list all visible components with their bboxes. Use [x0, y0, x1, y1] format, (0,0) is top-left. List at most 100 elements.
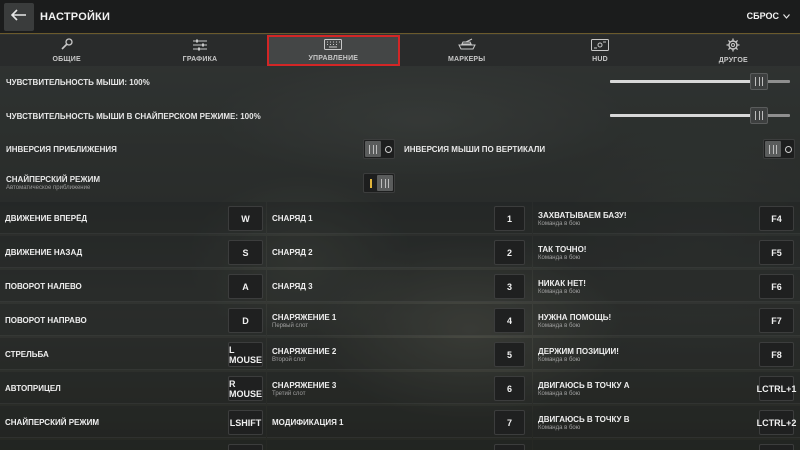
- tab-hud[interactable]: HUD: [533, 35, 666, 66]
- keybinding-label: ТАК ТОЧНО!: [538, 245, 587, 254]
- key-button[interactable]: 4: [494, 308, 525, 333]
- key-button[interactable]: 1: [494, 206, 525, 231]
- tank-icon: [457, 38, 477, 56]
- keybinding-label: СНАРЯД 1: [272, 214, 313, 223]
- keybinding-row: ПОВОРОТ НАЛЕВО A: [0, 270, 266, 302]
- key-button[interactable]: A: [228, 274, 263, 299]
- keybinding-label: ЗАХВАТЫВАЕМ БАЗУ!: [538, 211, 627, 220]
- keybinding-sublabel: Команда в бою: [538, 425, 581, 431]
- page-title: НАСТРОЙКИ: [40, 11, 111, 23]
- tab-other[interactable]: ДРУГОЕ: [667, 35, 800, 66]
- tab-controls[interactable]: УПРАВЛЕНИЕ: [266, 35, 400, 66]
- keybinding-row: [267, 440, 532, 450]
- key-button[interactable]: D: [228, 308, 263, 333]
- key-button[interactable]: [759, 444, 794, 450]
- key-button[interactable]: 3: [494, 274, 525, 299]
- tab-label: УПРАВЛЕНИЕ: [308, 55, 359, 62]
- zoom-inversion-toggle[interactable]: [363, 139, 395, 159]
- keybinding-row: [0, 440, 266, 450]
- toggle-off-icon: [385, 146, 392, 153]
- back-button[interactable]: [4, 3, 34, 31]
- zoom-inversion-label: ИНВЕРСИЯ ПРИБЛИЖЕНИЯ: [6, 145, 117, 154]
- chevron-down-icon: [783, 11, 790, 21]
- tab-label: ГРАФИКА: [182, 55, 218, 63]
- keybinding-label: ПОВОРОТ НАПРАВО: [5, 316, 87, 325]
- key-button[interactable]: F6: [759, 274, 794, 299]
- keybinding-row: ДВИЖЕНИЕ ВПЕРЁД W: [0, 202, 266, 234]
- settings-tabs: ОБЩИЕ ГРАФИКА УПРАВЛЕНИЕ МАРКЕРЫ HUD ДРУ…: [0, 35, 800, 66]
- key-button[interactable]: 2: [494, 240, 525, 265]
- keybinding-sublabel: Второй слот: [272, 357, 307, 363]
- sniper-sensitivity-slider[interactable]: [610, 107, 790, 124]
- keybinding-row: СНАРЯД 3 3: [267, 270, 532, 302]
- keybinding-label: ДВИГАЮСЬ В ТОЧКУ А: [538, 381, 630, 390]
- keybinding-row: СНАРЯД 2 2: [267, 236, 532, 268]
- tab-label: ОБЩИЕ: [52, 56, 81, 63]
- keybinding-row: СНАРЯЖЕНИЕ 2 Второй слот 5: [267, 338, 532, 370]
- tab-graphics[interactable]: ГРАФИКА: [133, 35, 266, 66]
- keybinding-sublabel: Команда в бою: [538, 221, 581, 227]
- key-button[interactable]: 7: [494, 410, 525, 435]
- wrench-icon: [60, 38, 74, 56]
- sniper-sensitivity-label: ЧУВСТВИТЕЛЬНОСТЬ МЫШИ В СНАЙПЕРСКОМ РЕЖИ…: [6, 112, 261, 121]
- keybinding-label: НИКАК НЕТ!: [538, 279, 586, 288]
- key-button[interactable]: LCTRL+1: [757, 376, 796, 401]
- tab-markers[interactable]: МАРКЕРЫ: [400, 35, 533, 66]
- hud-icon: [590, 38, 609, 56]
- mouse-sensitivity-slider[interactable]: [610, 73, 790, 90]
- slider-fill: [610, 80, 760, 83]
- keybinding-row: ПОВОРОТ НАПРАВО D: [0, 304, 266, 336]
- keyboard-icon: [324, 39, 343, 55]
- keybinding-row: СТРЕЛЬБА L MOUSE: [0, 338, 266, 370]
- keybinding-sublabel: Команда в бою: [538, 357, 581, 363]
- key-button[interactable]: LCTRL+2: [757, 410, 796, 435]
- key-button[interactable]: 5: [494, 342, 525, 367]
- sliders-icon: [192, 39, 208, 56]
- keybinding-sublabel: Команда в бою: [538, 391, 581, 397]
- keybinding-row: СНАРЯЖЕНИЕ 1 Первый слот 4: [267, 304, 532, 336]
- vertical-inversion-toggle[interactable]: [763, 139, 795, 159]
- key-button[interactable]: R MOUSE: [228, 376, 263, 401]
- tab-label: МАРКЕРЫ: [447, 56, 486, 63]
- key-button[interactable]: F7: [759, 308, 794, 333]
- keybinding-label: ДВИЖЕНИЕ НАЗАД: [5, 248, 83, 257]
- tab-general[interactable]: ОБЩИЕ: [0, 35, 133, 66]
- keybinding-row: ДВИГАЮСЬ В ТОЧКУ С: [533, 440, 800, 450]
- toggle-knob: [377, 175, 393, 191]
- key-button[interactable]: [228, 444, 263, 450]
- keybinding-row: АВТОПРИЦЕЛ R MOUSE: [0, 372, 266, 404]
- slider-handle[interactable]: [750, 107, 769, 124]
- keybinding-label: ПОВОРОТ НАЛЕВО: [5, 282, 82, 291]
- tab-label: ДРУГОЕ: [718, 56, 748, 64]
- slider-fill: [610, 114, 760, 117]
- key-button[interactable]: F5: [759, 240, 794, 265]
- key-button[interactable]: S: [228, 240, 263, 265]
- keybinding-label: СНАРЯЖЕНИЕ 3: [272, 381, 337, 390]
- keybinding-label: ДВИГАЮСЬ В ТОЧКУ В: [538, 415, 630, 424]
- keybinding-row: ТАК ТОЧНО! Команда в бою F5: [533, 236, 800, 268]
- key-button[interactable]: F4: [759, 206, 794, 231]
- key-button[interactable]: L MOUSE: [228, 342, 263, 367]
- toggle-off-icon: [785, 146, 792, 153]
- keybinding-row: МОДИФИКАЦИЯ 1 7: [267, 406, 532, 438]
- keybinding-row: СНАРЯЖЕНИЕ 3 Третий слот 6: [267, 372, 532, 404]
- keybinding-sublabel: Команда в бою: [538, 289, 581, 295]
- keybinding-label: СНАЙПЕРСКИЙ РЕЖИМ: [5, 418, 100, 427]
- key-button[interactable]: W: [228, 206, 263, 231]
- arrow-left-icon: [10, 8, 27, 26]
- sniper-mode-toggle[interactable]: [363, 173, 395, 193]
- slider-handle[interactable]: [750, 73, 769, 90]
- keybinding-row: ДВИЖЕНИЕ НАЗАД S: [0, 236, 266, 268]
- key-button[interactable]: F8: [759, 342, 794, 367]
- keybinding-row: ДВИГАЮСЬ В ТОЧКУ В Команда в бою LCTRL+2: [533, 406, 800, 438]
- key-button[interactable]: [494, 444, 525, 450]
- reset-button[interactable]: СБРОС: [747, 11, 790, 21]
- keybinding-label: СНАРЯД 3: [272, 282, 313, 291]
- key-button[interactable]: LSHIFT: [228, 410, 263, 435]
- sniper-mode-label: СНАЙПЕРСКИЙ РЕЖИМ: [6, 175, 101, 184]
- keybinding-row: НУЖНА ПОМОЩЬ! Команда в бою F7: [533, 304, 800, 336]
- key-button[interactable]: 6: [494, 376, 525, 401]
- keybinding-sublabel: Команда в бою: [538, 255, 581, 261]
- vertical-inversion-label: ИНВЕРСИЯ МЫШИ ПО ВЕРТИКАЛИ: [404, 145, 546, 154]
- keybinding-row: СНАРЯД 1 1: [267, 202, 532, 234]
